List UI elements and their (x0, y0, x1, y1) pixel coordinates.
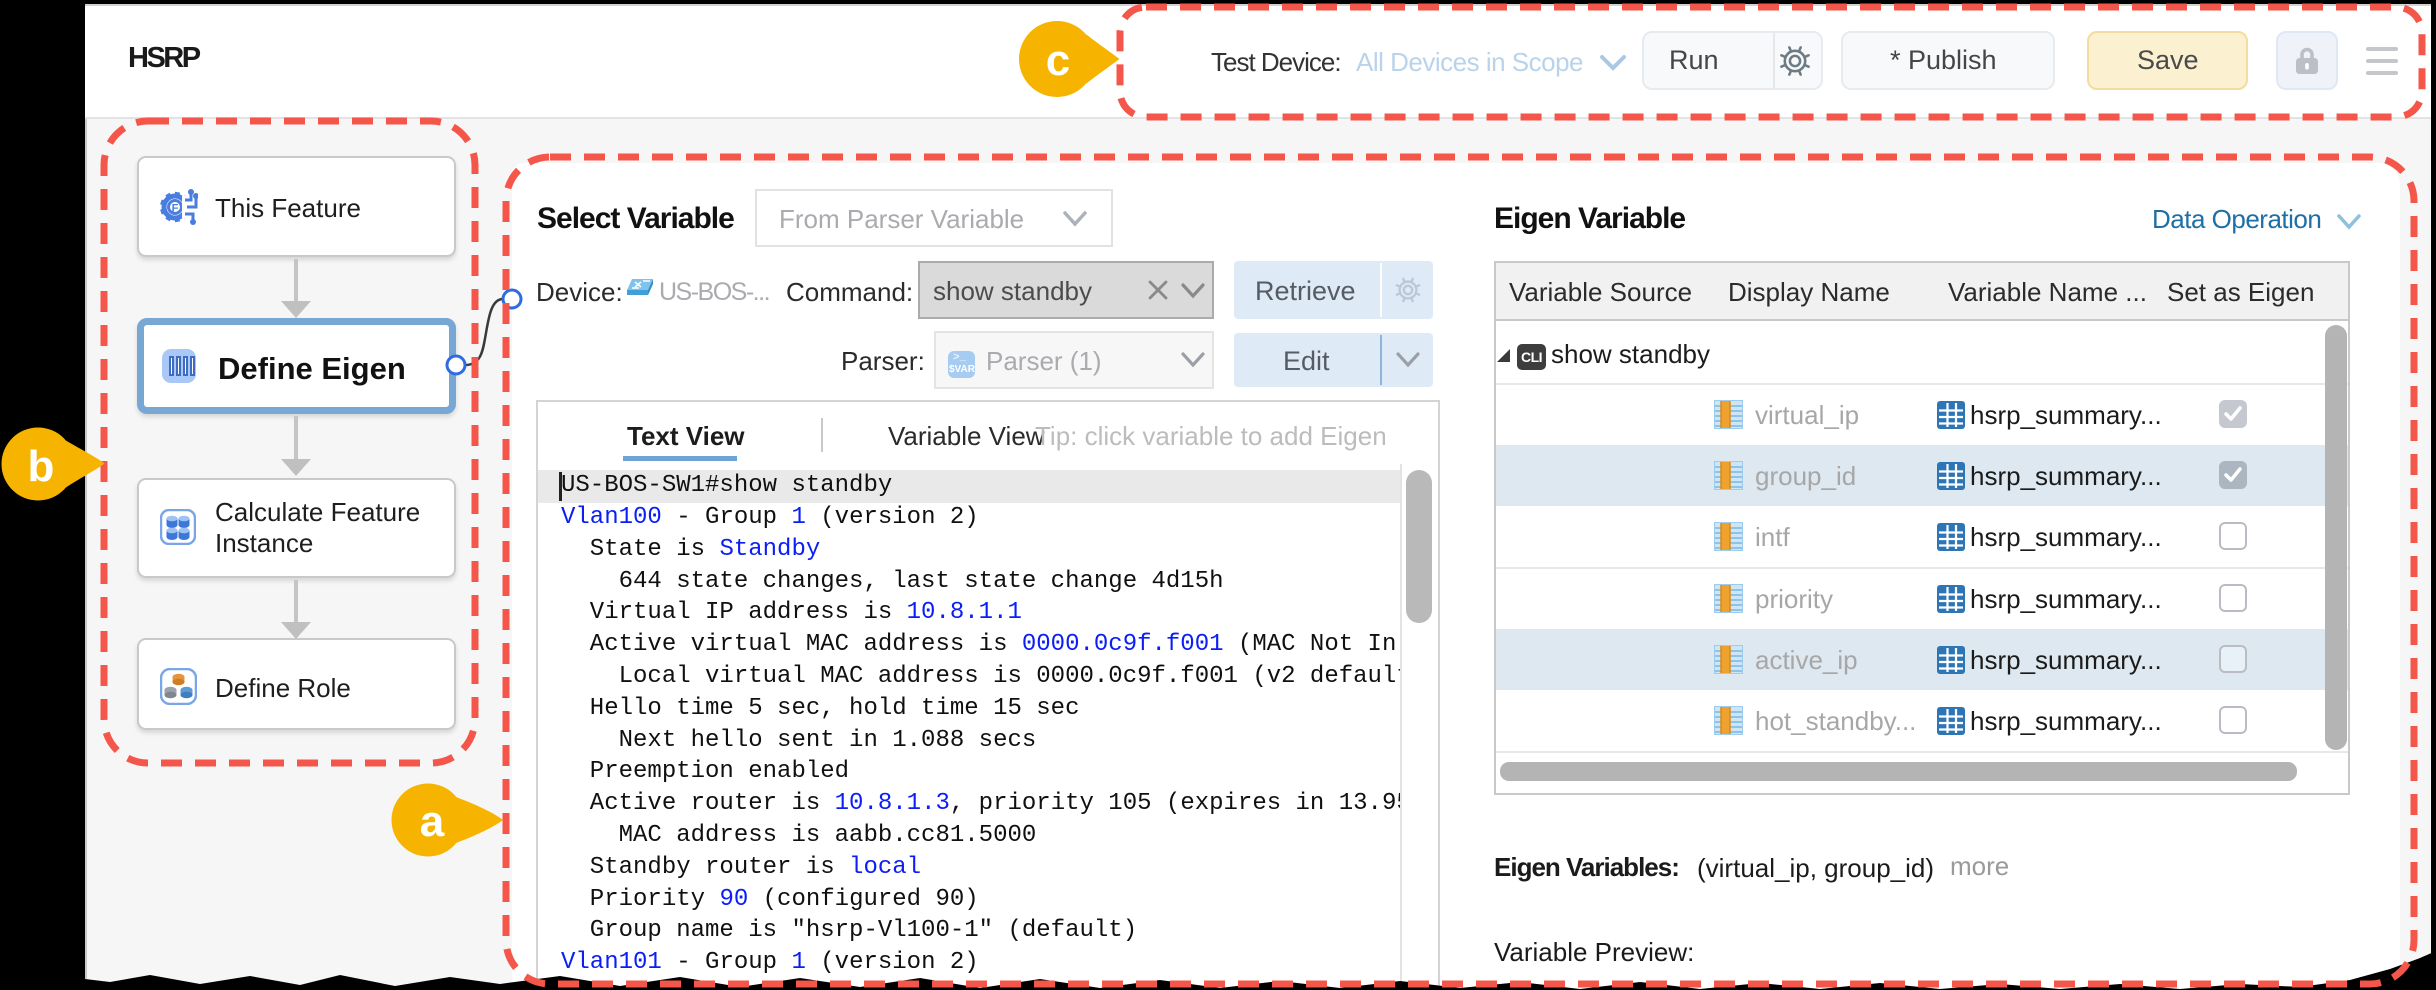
svg-text:a: a (420, 797, 445, 846)
svg-text:b: b (28, 442, 55, 491)
svg-text:c: c (1046, 36, 1070, 85)
